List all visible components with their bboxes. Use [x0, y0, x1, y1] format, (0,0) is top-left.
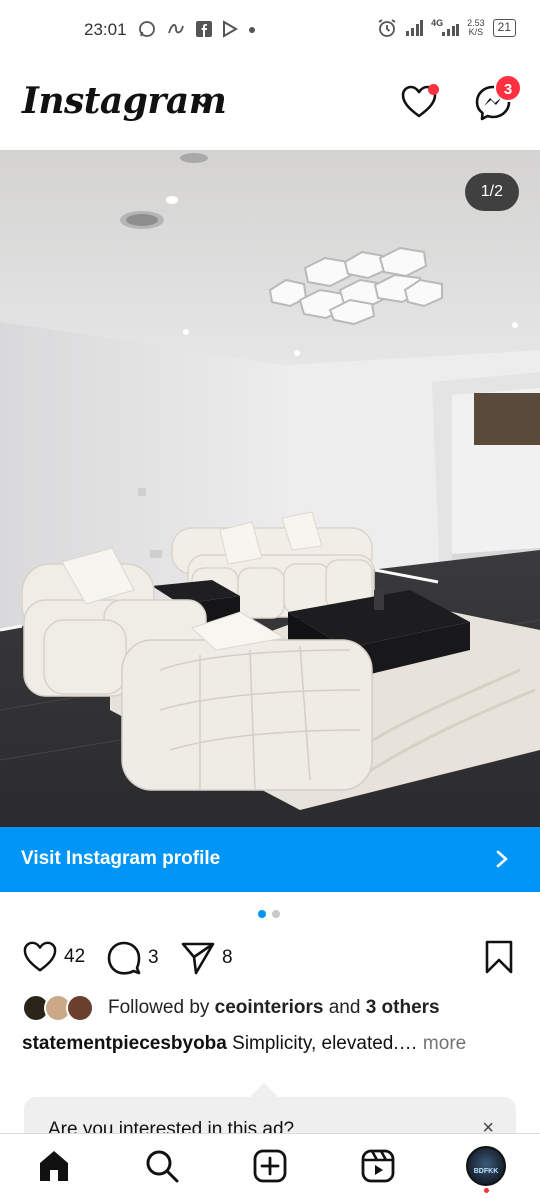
- app-header: Instagram 3: [0, 66, 540, 140]
- bottom-navigation: BDFKK: [0, 1133, 540, 1199]
- carousel-dot-active: [258, 910, 266, 918]
- comment-action[interactable]: 3: [106, 940, 159, 976]
- followed-and: and: [328, 997, 361, 1018]
- whatsapp-icon: [139, 21, 155, 37]
- signal-icon: [406, 20, 424, 36]
- avatar: [66, 994, 94, 1022]
- share-count: 8: [222, 947, 233, 968]
- facebook-icon: [196, 21, 212, 37]
- like-action[interactable]: 42: [22, 940, 85, 974]
- clock: 23:01: [84, 20, 127, 39]
- reels-icon[interactable]: [360, 1148, 396, 1184]
- notification-icons: [138, 20, 256, 38]
- more-link[interactable]: more: [423, 1033, 466, 1054]
- followed-by-text: Followed by ceointeriors and 3 others: [108, 997, 440, 1019]
- signal-icon-2: [442, 24, 460, 36]
- chevron-right-icon: [496, 850, 508, 868]
- notification-dot: [428, 84, 439, 95]
- network-indicator: 4G: [431, 18, 460, 38]
- search-icon[interactable]: [144, 1148, 180, 1184]
- battery-indicator: 21: [492, 19, 516, 37]
- cta-label: Visit Instagram profile: [21, 848, 221, 869]
- messages-badge: 3: [494, 74, 522, 102]
- post-image[interactable]: 1/2: [0, 150, 540, 827]
- avatar-text: BDFKK: [473, 1168, 499, 1175]
- carousel-dot: [272, 910, 280, 918]
- living-room-photo: [0, 150, 540, 827]
- post-actions: 42 3 8: [22, 938, 522, 978]
- status-bar: 23:01 4G 2.53 K/S 21: [0, 0, 540, 60]
- chevron-down-icon[interactable]: [194, 96, 212, 110]
- play-icon: [223, 20, 238, 38]
- heart-icon[interactable]: [22, 940, 58, 974]
- caption-username[interactable]: statementpiecesbyoba: [22, 1033, 227, 1054]
- carousel-indicator: [258, 910, 280, 918]
- link-icon: [168, 24, 184, 34]
- profile-avatar[interactable]: BDFKK: [466, 1146, 506, 1186]
- image-counter: 1/2: [464, 173, 519, 211]
- system-indicators: 4G 2.53 K/S 21: [377, 18, 516, 38]
- bookmark-icon[interactable]: [484, 940, 514, 974]
- comment-icon[interactable]: [106, 940, 142, 976]
- home-icon[interactable]: [36, 1148, 72, 1184]
- followed-user-link[interactable]: ceointeriors: [215, 997, 324, 1018]
- visit-profile-button[interactable]: Visit Instagram profile: [0, 827, 540, 892]
- comment-count: 3: [148, 947, 159, 968]
- speed-unit: K/S: [468, 27, 484, 37]
- share-icon[interactable]: [180, 940, 216, 976]
- dot-icon: [249, 27, 255, 33]
- follower-avatars: [22, 994, 98, 1022]
- caption-text: Simplicity, elevated.…: [232, 1033, 418, 1054]
- followed-prefix: Followed by: [108, 997, 210, 1018]
- share-action[interactable]: 8: [180, 940, 233, 976]
- network-speed: 2.53 K/S: [467, 19, 485, 37]
- followed-others-link[interactable]: 3 others: [366, 997, 440, 1018]
- followed-by[interactable]: Followed by ceointeriors and 3 others: [22, 992, 440, 1024]
- post-caption: statementpiecesbyoba Simplicity, elevate…: [22, 1032, 522, 1056]
- alarm-icon: [378, 19, 396, 37]
- create-icon[interactable]: [252, 1148, 288, 1184]
- profile-notification-dot: [484, 1188, 489, 1193]
- like-count: 42: [64, 946, 86, 967]
